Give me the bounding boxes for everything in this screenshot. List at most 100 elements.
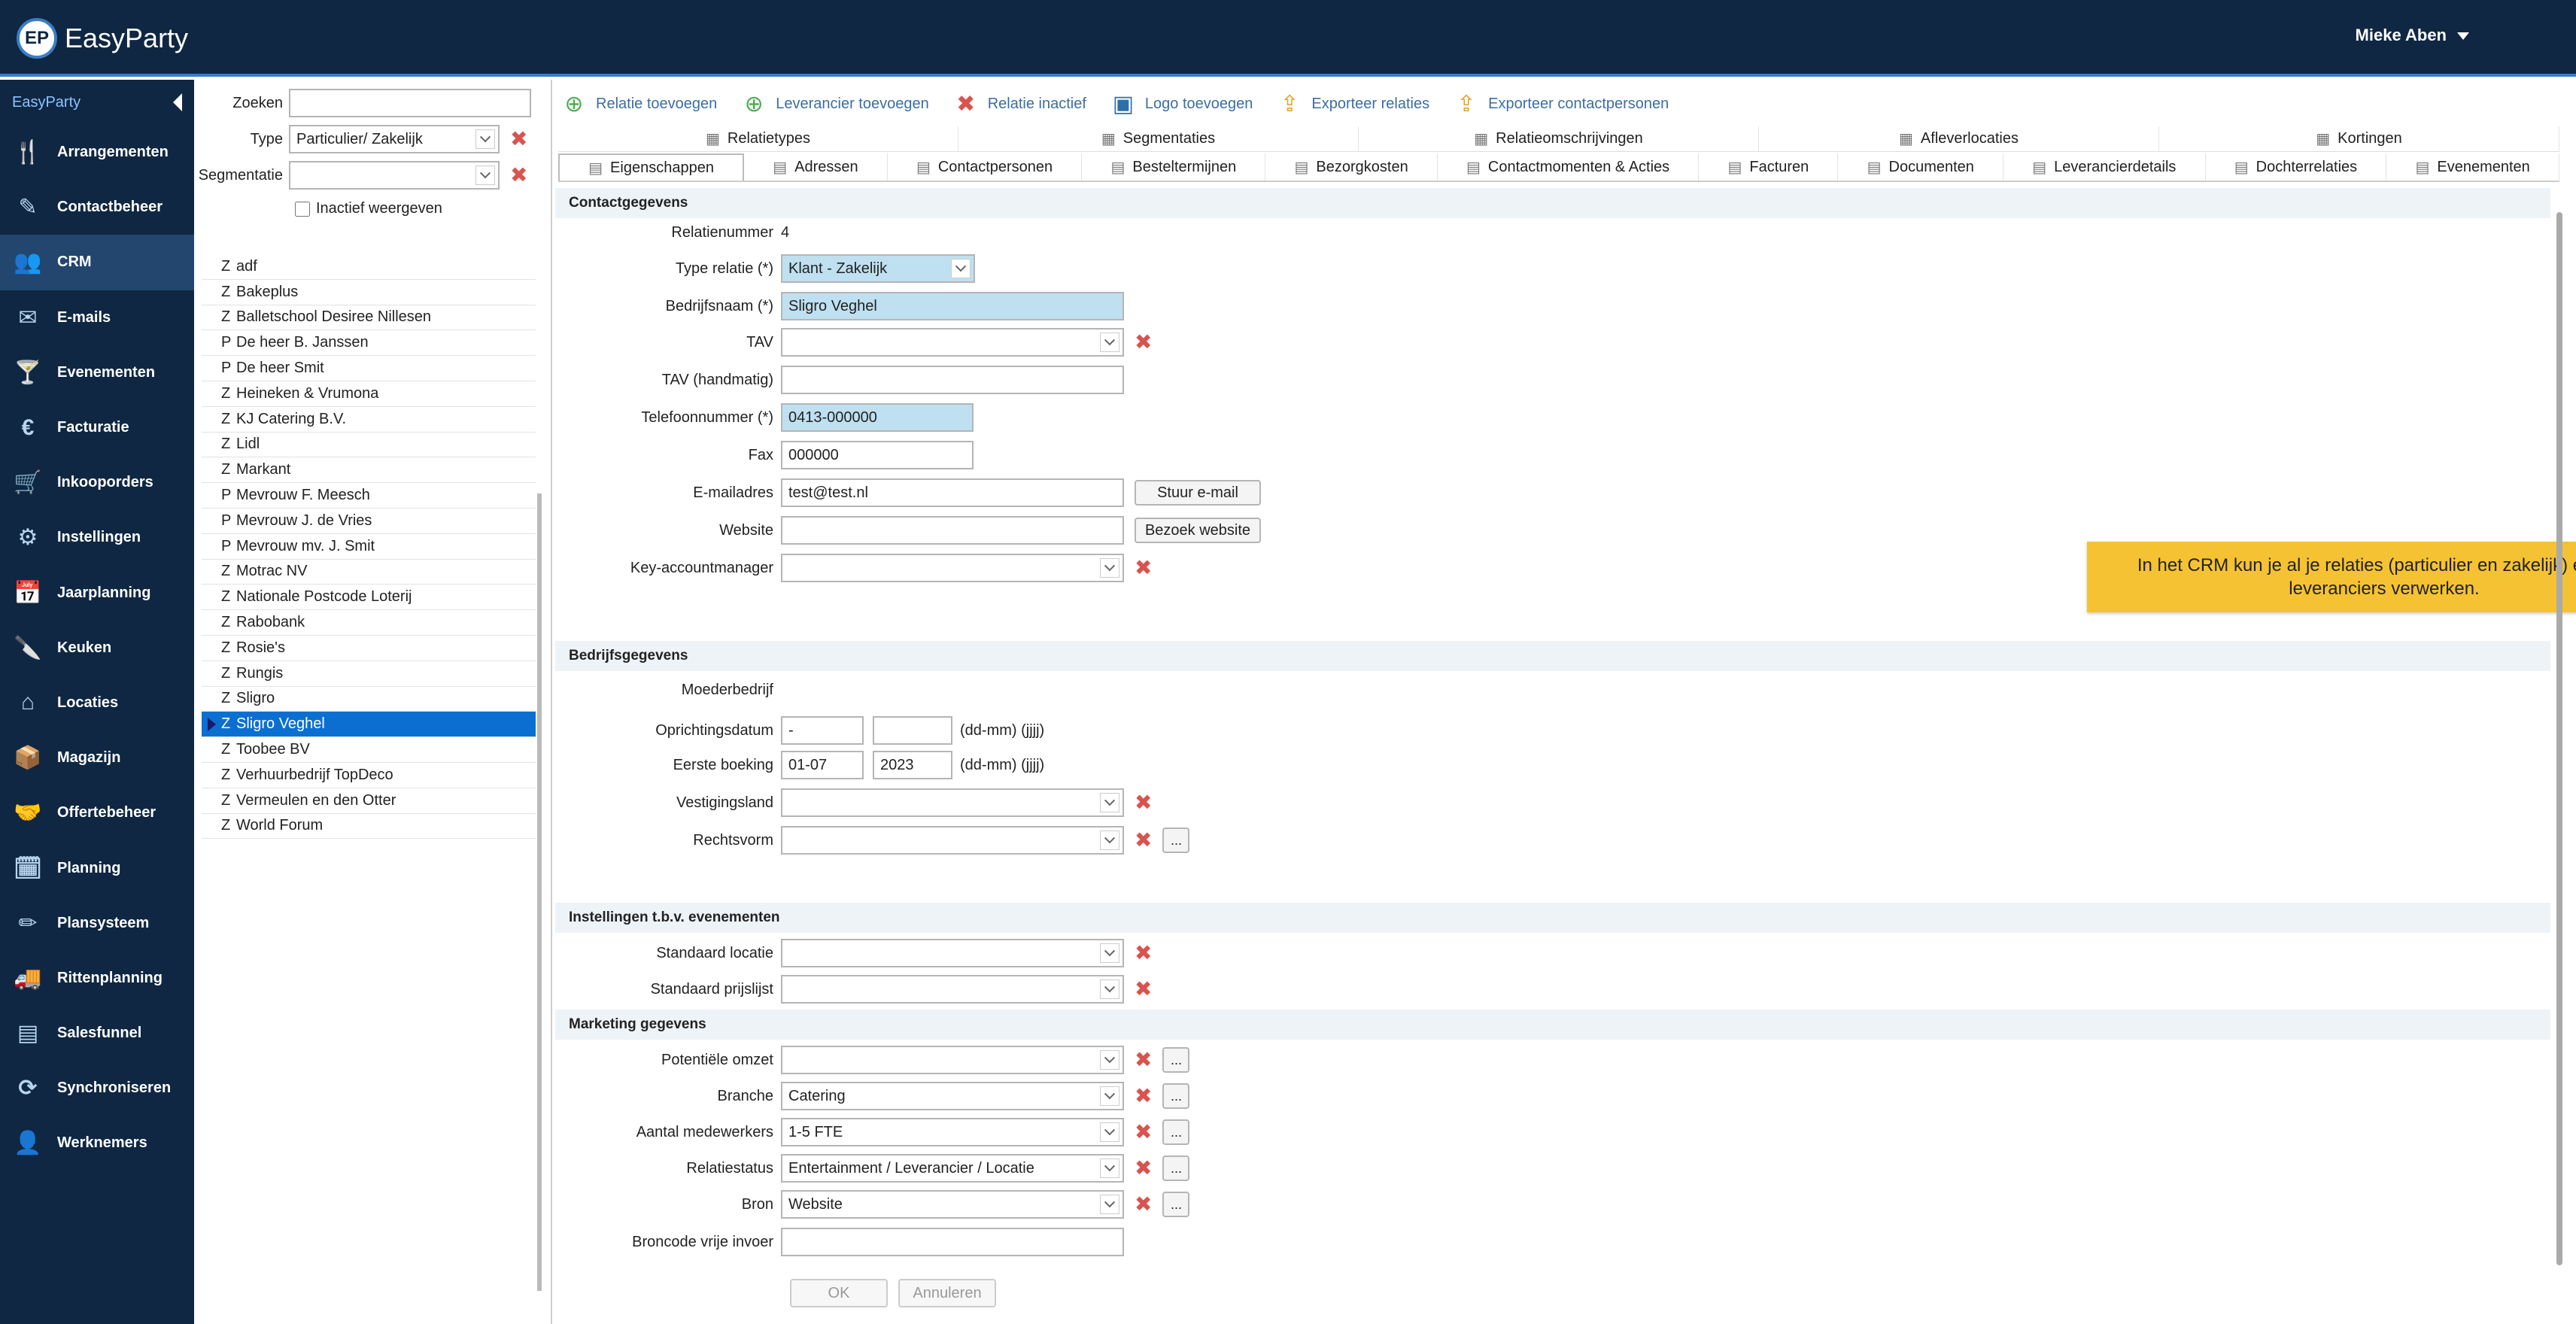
chevron-down-icon[interactable]	[1100, 1158, 1119, 1178]
list-item[interactable]: Z Motrac NV	[202, 560, 536, 585]
chevron-down-icon[interactable]	[1100, 558, 1119, 578]
tab-adressen[interactable]: ▤ Adressen	[744, 153, 888, 181]
list-item[interactable]: Z Rabobank	[202, 610, 536, 636]
eerste-dm-input[interactable]: 01-07	[781, 751, 864, 779]
rechtsvorm-more-button[interactable]: ...	[1162, 828, 1190, 853]
cancel-button[interactable]: Annuleren	[898, 1279, 996, 1307]
type-select[interactable]: Particulier/ Zakelijk	[289, 125, 500, 153]
tab-facturen[interactable]: ▤ Facturen	[1699, 153, 1839, 181]
sidebar-item-offertebeheer[interactable]: 🤝 Offertebeheer	[0, 785, 194, 840]
omzet-more-button[interactable]: ...	[1162, 1047, 1190, 1073]
sidebar-item-contactbeheer[interactable]: ✎ Contactbeheer	[0, 180, 194, 235]
list-item[interactable]: Z Markant	[202, 457, 536, 484]
toolbar-button-leverancier-toevoegen[interactable]: ⊕ Leverancier toevoegen	[740, 90, 929, 118]
tab-relatietypes[interactable]: ▦ Relatietypes	[558, 126, 958, 151]
toolbar-button-relatie-toevoegen[interactable]: ⊕ Relatie toevoegen	[560, 90, 717, 118]
form-scrollbar[interactable]	[2556, 212, 2562, 1265]
list-item[interactable]: Z Toobee BV	[202, 737, 536, 763]
segment-select[interactable]	[289, 161, 500, 190]
clear-medewerkers-icon[interactable]: ✖	[1135, 1122, 1152, 1143]
tab-bezorgkosten[interactable]: ▤ Bezorgkosten	[1265, 153, 1438, 181]
chevron-down-icon[interactable]	[1100, 1050, 1119, 1070]
branche-select[interactable]: Catering	[781, 1082, 1124, 1110]
chevron-down-icon[interactable]	[1100, 943, 1119, 963]
toolbar-button-exporteer-contactpersonen[interactable]: ⇪ Exporteer contactpersonen	[1452, 90, 1669, 118]
chevron-down-icon[interactable]	[1100, 979, 1119, 999]
list-item[interactable]: P Mevrouw F. Meesch	[202, 483, 536, 509]
sidebar-item-inkooporders[interactable]: 🛒 Inkooporders	[0, 455, 194, 510]
list-item[interactable]: Z Heineken & Vrumona	[202, 381, 536, 407]
broncode-input[interactable]	[781, 1228, 1124, 1256]
chevron-down-icon[interactable]	[1100, 333, 1119, 352]
chevron-down-icon[interactable]	[1100, 1122, 1119, 1142]
tav-handmatig-input[interactable]	[781, 366, 1124, 394]
sidebar-item-arrangementen[interactable]: 🍴 Arrangementen	[0, 125, 194, 180]
vestigingsland-select[interactable]	[781, 788, 1124, 817]
list-item[interactable]: Zadf	[202, 254, 536, 280]
std-prijslijst-select[interactable]	[781, 975, 1124, 1004]
clear-std-locatie-icon[interactable]: ✖	[1135, 943, 1152, 964]
fax-input[interactable]: 000000	[781, 441, 974, 469]
email-input[interactable]: test@test.nl	[781, 478, 1124, 507]
clear-branche-icon[interactable]: ✖	[1135, 1086, 1152, 1107]
type-relatie-select[interactable]: Klant - Zakelijk	[781, 254, 975, 283]
send-email-button[interactable]: Stuur e-mail	[1135, 480, 1261, 506]
tab-documenten[interactable]: ▤ Documenten	[1838, 153, 2004, 181]
toolbar-button-exporteer-relaties[interactable]: ⇪ Exporteer relaties	[1275, 90, 1429, 118]
clear-relatiestatus-icon[interactable]: ✖	[1135, 1158, 1152, 1179]
sidebar-item-plansysteem[interactable]: ✏ Plansysteem	[0, 896, 194, 951]
sidebar-item-salesfunnel[interactable]: ▤ Salesfunnel	[0, 1006, 194, 1061]
sidebar-item-planning[interactable]: 🗓 Planning	[0, 840, 194, 895]
sidebar-item-crm[interactable]: 👥 CRM	[0, 235, 194, 290]
branche-more-button[interactable]: ...	[1162, 1083, 1190, 1109]
collapse-icon[interactable]	[173, 93, 182, 111]
list-item[interactable]: Z Rungis	[202, 661, 536, 687]
list-scrollbar[interactable]	[537, 493, 542, 1291]
list-item[interactable]: P Mevrouw J. de Vries	[202, 509, 536, 534]
medewerkers-select[interactable]: 1-5 FTE	[781, 1118, 1124, 1146]
list-item[interactable]: Z Lidl	[202, 433, 536, 458]
relatiestatus-more-button[interactable]: ...	[1162, 1155, 1190, 1181]
tab-contactmomenten-acties[interactable]: ▤ Contactmomenten & Acties	[1438, 153, 1700, 181]
clear-segment-icon[interactable]: ✖	[510, 165, 527, 186]
sidebar-item-werknemers[interactable]: 👤 Werknemers	[0, 1116, 194, 1171]
list-item[interactable]: Z Bakeplus	[202, 280, 536, 305]
medewerkers-more-button[interactable]: ...	[1162, 1119, 1190, 1145]
clear-kam-icon[interactable]: ✖	[1135, 557, 1152, 578]
list-item[interactable]: Z Sligro	[202, 687, 536, 712]
user-menu[interactable]: Mieke Aben	[2356, 26, 2469, 45]
clear-omzet-icon[interactable]: ✖	[1135, 1049, 1152, 1070]
bron-select[interactable]: Website	[781, 1190, 1124, 1219]
clear-vestigingsland-icon[interactable]: ✖	[1135, 792, 1152, 813]
bron-more-button[interactable]: ...	[1162, 1192, 1190, 1217]
chevron-down-icon[interactable]	[1100, 831, 1119, 850]
chevron-down-icon[interactable]	[475, 166, 495, 185]
sidebar-item-facturatie[interactable]: € Facturatie	[0, 400, 194, 455]
sidebar-item-magazijn[interactable]: 📦 Magazijn	[0, 730, 194, 785]
tab-eigenschappen[interactable]: ▤ Eigenschappen	[558, 153, 745, 181]
list-item[interactable]: Z Vermeulen en den Otter	[202, 788, 536, 814]
sidebar-item-instellingen[interactable]: ⚙ Instellingen	[0, 510, 194, 565]
website-input[interactable]	[781, 516, 1124, 545]
list-item[interactable]: Z KJ Catering B.V.	[202, 407, 536, 433]
list-item[interactable]: Z Rosie's	[202, 636, 536, 661]
sidebar-item-keuken[interactable]: 🔪 Keuken	[0, 621, 194, 676]
sidebar-item-evenementen[interactable]: 🍸 Evenementen	[0, 345, 194, 400]
toolbar-button-logo-toevoegen[interactable]: ▣ Logo toevoegen	[1109, 90, 1253, 118]
list-item[interactable]: Z World Forum	[202, 814, 536, 840]
list-item[interactable]: Z Verhuurbedrijf TopDeco	[202, 763, 536, 788]
clear-tav-icon[interactable]: ✖	[1135, 332, 1152, 353]
chevron-down-icon[interactable]	[1100, 793, 1119, 812]
tab-contactpersonen[interactable]: ▤ Contactpersonen	[888, 153, 1083, 181]
ok-button[interactable]: OK	[790, 1279, 888, 1307]
rechtsvorm-select[interactable]	[781, 826, 1124, 855]
oprichting-dm-input[interactable]: -	[781, 716, 864, 745]
list-item[interactable]: P De heer Smit	[202, 356, 536, 381]
sidebar-item-rittenplanning[interactable]: 🚚 Rittenplanning	[0, 951, 194, 1006]
list-item[interactable]: Z Sligro Veghel	[202, 712, 536, 738]
chevron-down-icon[interactable]	[475, 129, 495, 149]
clear-type-icon[interactable]: ✖	[510, 129, 527, 150]
relatiestatus-select[interactable]: Entertainment / Leverancier / Locatie	[781, 1154, 1124, 1183]
list-item[interactable]: P De heer B. Janssen	[202, 330, 536, 357]
sidebar-item-e-mails[interactable]: ✉ E-mails	[0, 290, 194, 345]
